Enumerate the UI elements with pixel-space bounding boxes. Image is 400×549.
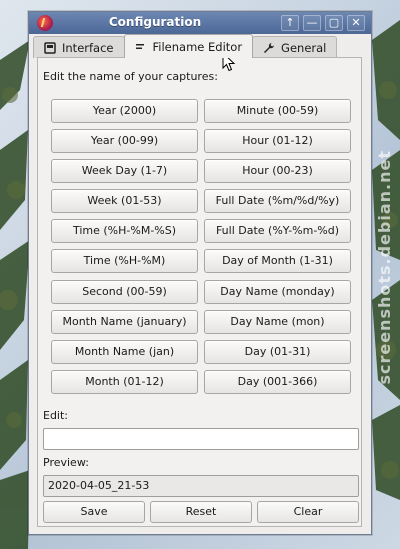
- window-title: Configuration: [108, 15, 202, 29]
- token-month-button[interactable]: Month (01-12): [51, 370, 198, 394]
- token-day-button[interactable]: Day (01-31): [204, 340, 351, 364]
- watermark: screenshots.debian.net: [375, 150, 394, 385]
- clear-button[interactable]: Clear: [257, 501, 359, 523]
- maximize-button[interactable]: ▢: [325, 15, 343, 31]
- tab-filename-editor[interactable]: Filename Editor: [123, 34, 254, 58]
- tab-general[interactable]: General: [252, 36, 338, 58]
- window-controls: ↑ — ▢ ✕: [281, 15, 365, 31]
- token-time-hms-button[interactable]: Time (%H-%M-%S): [51, 219, 198, 243]
- filename-editor-panel: Edit the name of your captures: Year (20…: [37, 57, 362, 527]
- edit-label: Edit:: [43, 409, 69, 422]
- minimize-button[interactable]: —: [303, 15, 321, 31]
- token-hour-24-button[interactable]: Hour (00-23): [204, 159, 351, 183]
- token-second-button[interactable]: Second (00-59): [51, 280, 198, 304]
- tab-interface-label: Interface: [62, 40, 114, 55]
- configuration-window: Configuration ↑ — ▢ ✕ Interface Filename…: [28, 11, 372, 535]
- token-month-name-short-button[interactable]: Month Name (jan): [51, 340, 198, 364]
- text-lines-icon: [135, 41, 147, 53]
- preview-label: Preview:: [43, 456, 89, 469]
- token-year-short-button[interactable]: Year (00-99): [51, 129, 198, 153]
- tab-interface[interactable]: Interface: [33, 36, 125, 58]
- tab-filename-editor-label: Filename Editor: [152, 39, 243, 54]
- edit-field[interactable]: [43, 428, 359, 450]
- token-week-button[interactable]: Week (01-53): [51, 189, 198, 213]
- editor-prompt: Edit the name of your captures:: [43, 70, 218, 83]
- token-full-date-mdy-button[interactable]: Full Date (%m/%d/%y): [204, 189, 351, 213]
- keep-above-button[interactable]: ↑: [281, 15, 299, 31]
- token-day-of-year-button[interactable]: Day (001-366): [204, 370, 351, 394]
- token-week-day-button[interactable]: Week Day (1-7): [51, 159, 198, 183]
- token-full-date-ymd-button[interactable]: Full Date (%Y-%m-%d): [204, 219, 351, 243]
- watermark-text: screenshots.debian.net: [375, 150, 394, 385]
- reset-button[interactable]: Reset: [150, 501, 252, 523]
- token-day-name-long-button[interactable]: Day Name (monday): [204, 280, 351, 304]
- token-month-name-long-button[interactable]: Month Name (january): [51, 310, 198, 334]
- interface-icon: [44, 41, 56, 54]
- preview-field: 2020-04-05_21-53: [43, 475, 359, 497]
- wrench-icon: [263, 42, 275, 54]
- token-time-hm-button[interactable]: Time (%H-%M): [51, 249, 198, 273]
- close-button[interactable]: ✕: [347, 15, 365, 31]
- tab-general-label: General: [281, 40, 327, 55]
- token-hour-12-button[interactable]: Hour (01-12): [204, 129, 351, 153]
- save-button[interactable]: Save: [43, 501, 145, 523]
- tab-bar: Interface Filename Editor General: [33, 34, 338, 58]
- token-year-2000-button[interactable]: Year (2000): [51, 99, 198, 123]
- title-bar[interactable]: Configuration ↑ — ▢ ✕: [29, 12, 371, 34]
- token-minute-button[interactable]: Minute (00-59): [204, 99, 351, 123]
- token-day-of-month-button[interactable]: Day of Month (1-31): [204, 249, 351, 273]
- token-day-name-short-button[interactable]: Day Name (mon): [204, 310, 351, 334]
